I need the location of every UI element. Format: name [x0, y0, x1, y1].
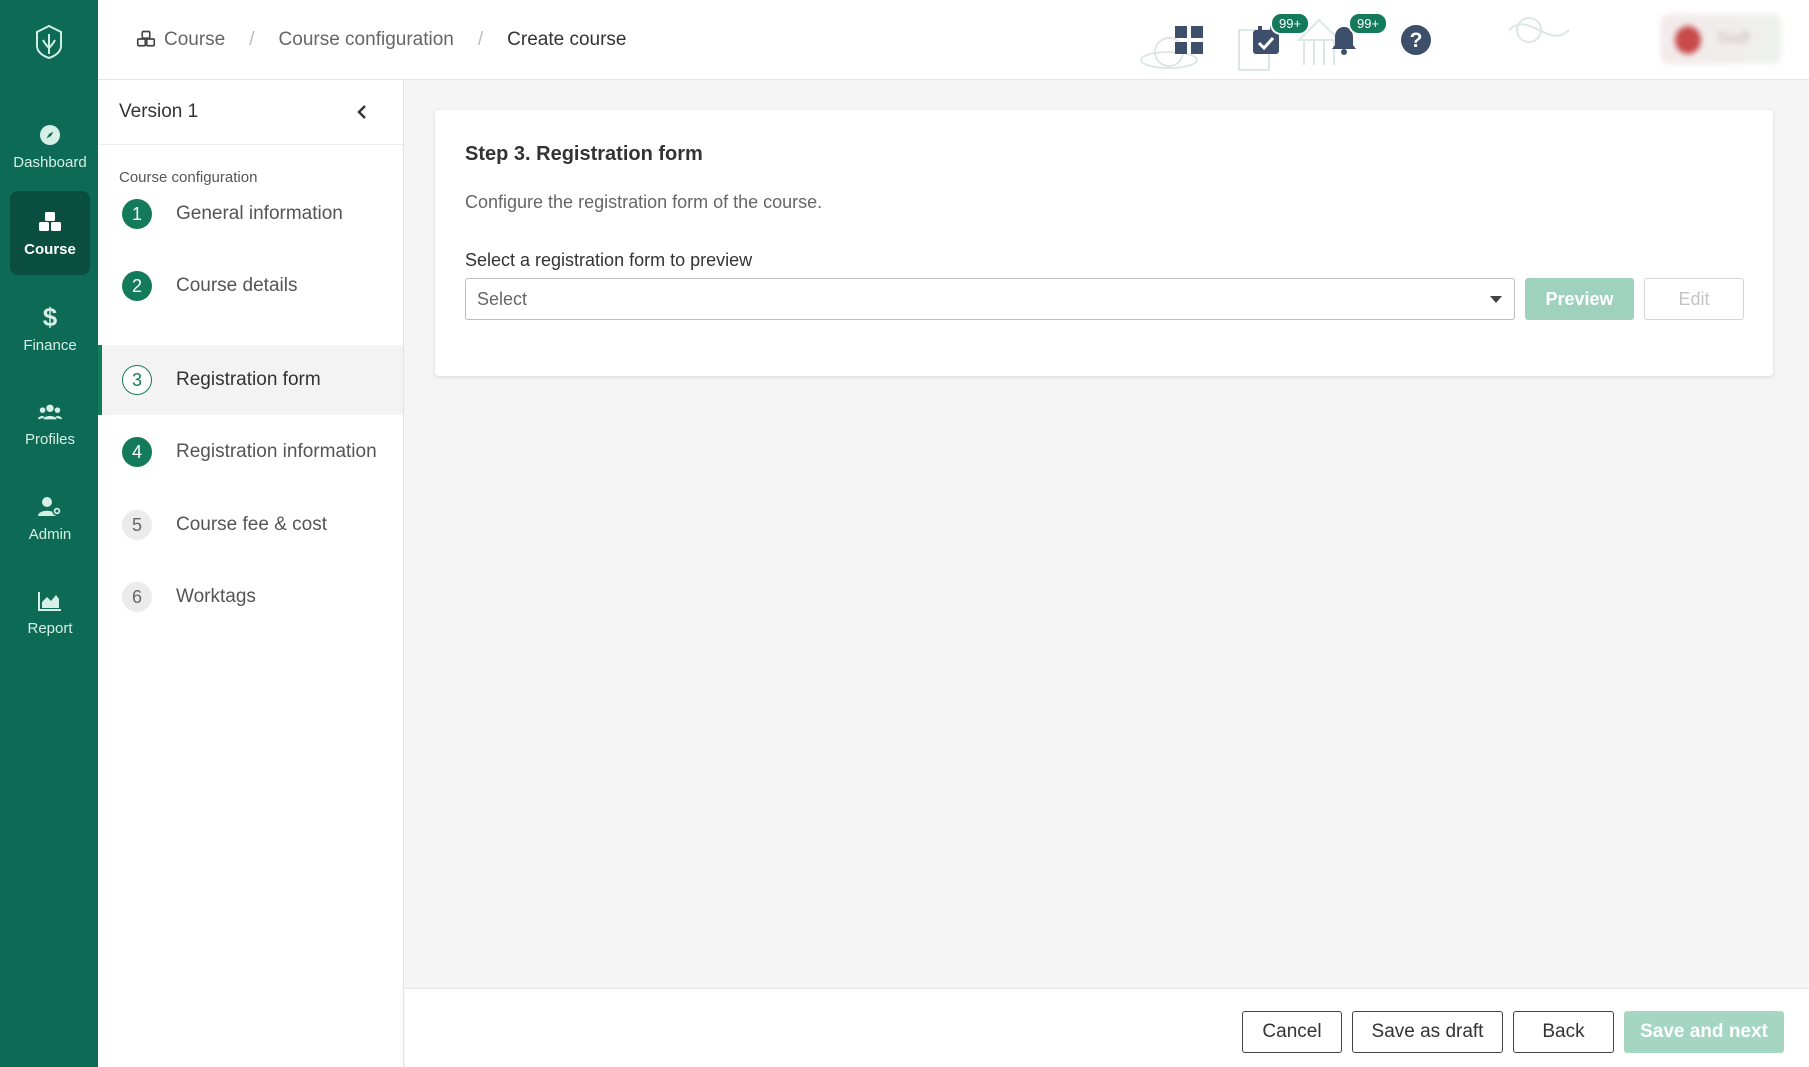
nav-admin[interactable]: Admin [10, 476, 90, 560]
help-icon[interactable]: ? [1398, 22, 1434, 58]
area-chart-icon [37, 588, 63, 614]
version-label: Version 1 [119, 101, 199, 122]
notifications-badge: 99+ [1348, 12, 1389, 35]
nav-report[interactable]: Report [10, 570, 90, 654]
page-title: Step 3. Registration form [465, 143, 703, 165]
step-label: Course details [176, 275, 298, 296]
main-nav-rail: Dashboard Course $ Finance Profiles Admi… [0, 0, 98, 1067]
breadcrumb: Course / Course configuration / Create c… [136, 0, 627, 79]
step-number: 1 [122, 199, 152, 229]
registration-form-card: Step 3. Registration form Configure the … [435, 110, 1773, 376]
nav-course[interactable]: Course [10, 191, 90, 275]
save-and-next-button[interactable]: Save and next [1624, 1011, 1784, 1053]
caret-down-icon [1490, 296, 1502, 303]
tasks-badge: 99+ [1270, 12, 1311, 35]
breadcrumb-course[interactable]: Course [164, 29, 225, 51]
svg-text:?: ? [1410, 29, 1423, 52]
users-icon [37, 399, 63, 425]
user-menu[interactable]: Staff [1661, 14, 1781, 64]
registration-form-select-label: Select a registration form to preview [465, 250, 753, 270]
step-registration-form[interactable]: 3 Registration form [98, 345, 403, 415]
compass-icon [37, 122, 63, 148]
select-placeholder: Select [477, 288, 528, 309]
breadcrumb-course-configuration[interactable]: Course configuration [279, 29, 454, 51]
edit-button[interactable]: Edit [1644, 278, 1744, 320]
step-label: Course fee & cost [176, 514, 328, 535]
step-course-fee-cost[interactable]: 5 Course fee & cost [98, 490, 403, 560]
nav-label: Profiles [24, 430, 76, 448]
cubes-icon [136, 30, 156, 50]
apps-grid-icon[interactable] [1171, 22, 1207, 58]
footer-actions: Cancel Save as draft Back Save and next [405, 988, 1809, 1067]
page-description: Configure the registration form of the c… [465, 192, 823, 212]
breadcrumb-separator: / [477, 29, 484, 50]
app-logo-icon[interactable] [31, 22, 67, 60]
nav-label: Course [24, 240, 76, 258]
avatar [1675, 26, 1701, 54]
breadcrumb-separator: / [249, 29, 255, 50]
nav-label: Dashboard [13, 153, 87, 171]
step-general-information[interactable]: 1 General information [98, 179, 403, 249]
nav-dashboard[interactable]: Dashboard [10, 104, 90, 188]
step-label: General information [176, 203, 343, 224]
version-header: Version 1 [98, 80, 403, 145]
collapse-sidebar-chevron-left-icon[interactable] [351, 101, 373, 123]
nav-label: Report [27, 619, 73, 637]
nav-profiles[interactable]: Profiles [10, 381, 90, 465]
user-gear-icon [37, 494, 63, 520]
course-config-sidebar: Version 1 Course configuration 1 General… [98, 80, 404, 1067]
step-number: 6 [122, 582, 152, 612]
step-number: 3 [122, 365, 152, 395]
dollar-icon: $ [42, 302, 58, 332]
nav-finance[interactable]: $ Finance [10, 287, 90, 371]
step-course-details[interactable]: 2 Course details [98, 251, 403, 321]
step-number: 5 [122, 510, 152, 540]
save-as-draft-button[interactable]: Save as draft [1352, 1011, 1503, 1053]
back-button[interactable]: Back [1513, 1011, 1614, 1053]
task-calendar-icon[interactable]: 99+ [1248, 12, 1311, 58]
breadcrumb-current: Create course [507, 29, 627, 50]
notification-bell-icon[interactable]: 99+ [1326, 12, 1389, 58]
top-bar: Course / Course configuration / Create c… [98, 0, 1809, 80]
user-name: Staff [1717, 30, 1750, 47]
step-label: Registration information [176, 441, 377, 462]
step-label: Worktags [176, 586, 256, 607]
step-label: Registration form [176, 369, 321, 390]
step-registration-information[interactable]: 4 Registration information [98, 417, 403, 487]
nav-label: Finance [23, 336, 77, 354]
registration-form-select[interactable]: Select [465, 278, 1515, 320]
step-number: 4 [122, 437, 152, 467]
cubes-icon [37, 209, 63, 235]
preview-button[interactable]: Preview [1525, 278, 1634, 320]
nav-label: Admin [28, 525, 72, 543]
step-number: 2 [122, 271, 152, 301]
cancel-button[interactable]: Cancel [1242, 1011, 1342, 1053]
step-worktags[interactable]: 6 Worktags [98, 562, 403, 632]
